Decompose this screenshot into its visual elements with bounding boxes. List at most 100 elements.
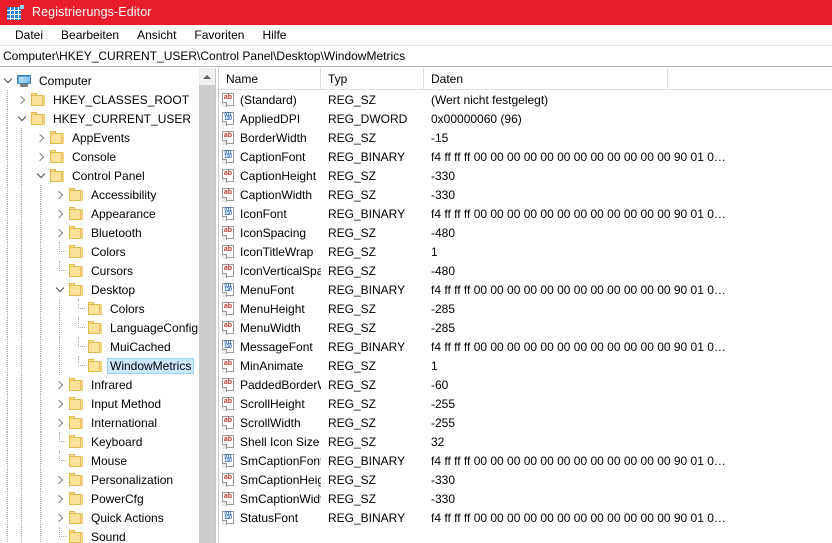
- tree-item-bluetooth[interactable]: Bluetooth: [0, 223, 199, 242]
- tree-guide-line: [21, 394, 22, 413]
- chevron-down-icon[interactable]: [33, 166, 49, 185]
- chevron-right-icon[interactable]: [52, 489, 68, 508]
- table-row[interactable]: ab SmCaptionWidth REG_SZ -330: [219, 489, 832, 508]
- table-row[interactable]: ab ScrollHeight REG_SZ -255: [219, 394, 832, 413]
- tree-item-powercfg[interactable]: PowerCfg: [0, 489, 199, 508]
- chevron-right-icon[interactable]: [52, 223, 68, 242]
- chevron-right-icon[interactable]: [52, 470, 68, 489]
- menu-item-bearbeiten[interactable]: Bearbeiten: [52, 26, 128, 45]
- tree-guide-line: [7, 223, 8, 242]
- table-row[interactable]: ab CaptionWidth REG_SZ -330: [219, 185, 832, 204]
- tree-vertical-scrollbar[interactable]: [199, 68, 215, 543]
- cell-name: ab Shell Icon Size: [219, 434, 321, 449]
- tree-indent: [0, 242, 14, 261]
- tree-item-console[interactable]: Console: [0, 147, 199, 166]
- tree-elbow: [52, 261, 68, 280]
- tree-indent: [33, 261, 52, 280]
- tree-item-colors[interactable]: Colors: [0, 242, 199, 261]
- menu-item-ansicht[interactable]: Ansicht: [128, 26, 185, 45]
- scrollbar-thumb[interactable]: [199, 85, 215, 543]
- table-row[interactable]: ab MenuHeight REG_SZ -285: [219, 299, 832, 318]
- menu-item-favoriten[interactable]: Favoriten: [185, 26, 253, 45]
- table-row[interactable]: 011 110 CaptionFont REG_BINARY f4 ff ff ff 0…: [219, 147, 832, 166]
- tree-item-cursors[interactable]: Cursors: [0, 261, 199, 280]
- tree-item-control-panel[interactable]: Control Panel: [0, 166, 199, 185]
- tree-guide-line: [21, 261, 22, 280]
- menu-item-datei[interactable]: Datei: [6, 26, 52, 45]
- table-row[interactable]: ab MenuWidth REG_SZ -285: [219, 318, 832, 337]
- tree-item-input-method[interactable]: Input Method: [0, 394, 199, 413]
- table-row[interactable]: 011 110 AppliedDPI REG_DWORD 0x00000060 (96): [219, 109, 832, 128]
- tree-item-accessibility[interactable]: Accessibility: [0, 185, 199, 204]
- tree-item-appevents[interactable]: AppEvents: [0, 128, 199, 147]
- table-row[interactable]: ab (Standard) REG_SZ (Wert nicht festgelegt…: [219, 90, 832, 109]
- table-row[interactable]: 011 110 SmCaptionFont REG_BINARY f4 ff ff ff…: [219, 451, 832, 470]
- tree-item-sound[interactable]: Sound: [0, 527, 199, 543]
- tree-item-hkey-classes-root[interactable]: HKEY_CLASSES_ROOT: [0, 90, 199, 109]
- table-row[interactable]: ab BorderWidth REG_SZ -15: [219, 128, 832, 147]
- tree-indent: [33, 242, 52, 261]
- table-row[interactable]: 011 110 MessageFont REG_BINARY f4 ff ff ff 0…: [219, 337, 832, 356]
- cell-name: ab SmCaptionWidth: [219, 491, 321, 506]
- tree-item-international[interactable]: International: [0, 413, 199, 432]
- chevron-right-icon[interactable]: [52, 508, 68, 527]
- chevron-down-icon[interactable]: [14, 109, 30, 128]
- tree-guide-line: [7, 318, 8, 337]
- tree-item-appearance[interactable]: Appearance: [0, 204, 199, 223]
- table-row[interactable]: ab ScrollWidth REG_SZ -255: [219, 413, 832, 432]
- tree-item-quick-actions[interactable]: Quick Actions: [0, 508, 199, 527]
- cell-data: (Wert nicht festgelegt): [431, 92, 549, 107]
- chevron-right-icon[interactable]: [52, 185, 68, 204]
- tree-indent: [0, 508, 14, 527]
- tree-item-infrared[interactable]: Infrared: [0, 375, 199, 394]
- tree-item-windowmetrics[interactable]: WindowMetrics: [0, 356, 199, 375]
- string-value-icon: ab: [221, 244, 236, 259]
- tree-item-languageconfigu[interactable]: LanguageConfigu: [0, 318, 199, 337]
- chevron-right-icon[interactable]: [14, 90, 30, 109]
- address-bar[interactable]: Computer\HKEY_CURRENT_USER\Control Panel…: [0, 46, 832, 67]
- table-row[interactable]: ab IconVerticalSpac… REG_SZ -480: [219, 261, 832, 280]
- chevron-right-glyph: [54, 209, 64, 218]
- cell-type: REG_BINARY: [328, 206, 406, 221]
- tree-guide-line: [21, 470, 22, 489]
- tree-indent: [0, 147, 14, 166]
- table-row[interactable]: ab IconTitleWrap REG_SZ 1: [219, 242, 832, 261]
- tree-item-colors[interactable]: Colors: [0, 299, 199, 318]
- tree-item-muicached[interactable]: MuiCached: [0, 337, 199, 356]
- chevron-right-icon[interactable]: [33, 128, 49, 147]
- table-row[interactable]: ab SmCaptionHeight REG_SZ -330: [219, 470, 832, 489]
- chevron-right-icon[interactable]: [52, 375, 68, 394]
- column-header-name[interactable]: Name: [219, 68, 321, 90]
- value-name: Shell Icon Size: [240, 434, 320, 449]
- table-row[interactable]: ab IconSpacing REG_SZ -480: [219, 223, 832, 242]
- scroll-up-button[interactable]: [199, 68, 215, 85]
- chevron-right-icon[interactable]: [52, 204, 68, 223]
- tree-item-keyboard[interactable]: Keyboard: [0, 432, 199, 451]
- table-row[interactable]: ab CaptionHeight REG_SZ -330: [219, 166, 832, 185]
- table-row[interactable]: 011 110 StatusFont REG_BINARY f4 ff ff ff 00…: [219, 508, 832, 527]
- chevron-down-icon[interactable]: [52, 280, 68, 299]
- table-row[interactable]: ab PaddedBorderW… REG_SZ -60: [219, 375, 832, 394]
- tree-item-mouse[interactable]: Mouse: [0, 451, 199, 470]
- table-row[interactable]: 011 110 IconFont REG_BINARY f4 ff ff ff 00 0…: [219, 204, 832, 223]
- tree-item-computer[interactable]: Computer: [0, 71, 199, 90]
- tree-guide-line: [7, 280, 8, 299]
- cell-type: REG_SZ: [328, 415, 377, 430]
- cell-data: -330: [431, 491, 456, 506]
- tree-item-desktop[interactable]: Desktop: [0, 280, 199, 299]
- chevron-down-icon[interactable]: [0, 71, 16, 90]
- tree-item-personalization[interactable]: Personalization: [0, 470, 199, 489]
- chevron-right-icon[interactable]: [52, 413, 68, 432]
- table-row[interactable]: ab MinAnimate REG_SZ 1: [219, 356, 832, 375]
- tree-item-label: MuiCached: [110, 339, 171, 354]
- chevron-right-icon[interactable]: [33, 147, 49, 166]
- column-header-data[interactable]: Daten: [424, 68, 668, 90]
- table-row[interactable]: ab Shell Icon Size REG_SZ 32: [219, 432, 832, 451]
- table-row[interactable]: 011 110 MenuFont REG_BINARY f4 ff ff ff 00 0…: [219, 280, 832, 299]
- menu-item-hilfe[interactable]: Hilfe: [253, 26, 295, 45]
- column-header-type[interactable]: Typ: [321, 68, 424, 90]
- tree-item-hkey-current-user[interactable]: HKEY_CURRENT_USER: [0, 109, 199, 128]
- tree-guide-line: [59, 337, 60, 356]
- cell-type: REG_SZ: [328, 320, 377, 335]
- chevron-right-icon[interactable]: [52, 394, 68, 413]
